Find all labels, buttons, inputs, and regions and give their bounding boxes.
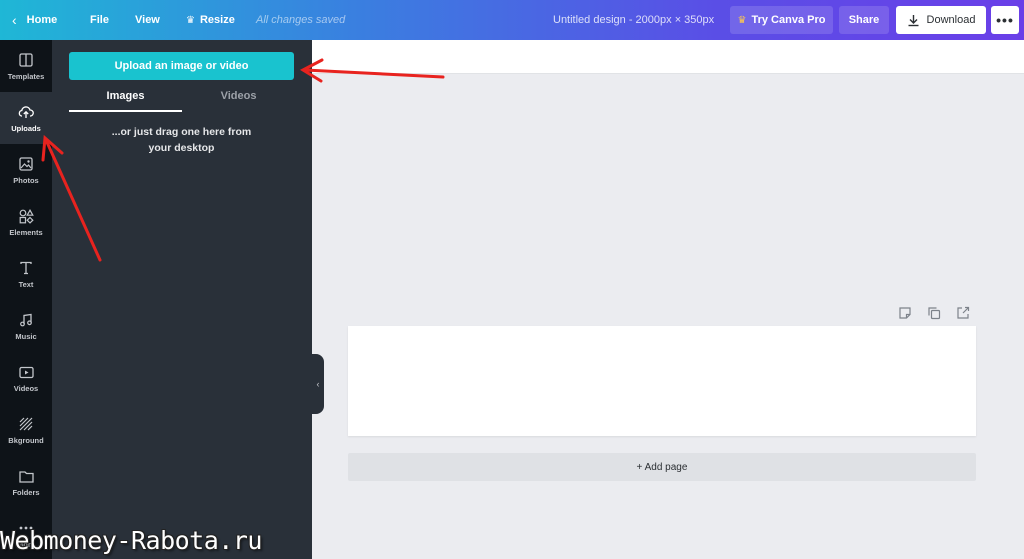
home-label: Home <box>26 14 58 26</box>
sidebar-item-background[interactable]: Bkground <box>0 404 52 456</box>
templates-icon <box>17 51 35 69</box>
top-toolbar: ‹ Home File View ♛ Resize All changes sa… <box>0 0 1024 40</box>
download-label: Download <box>926 14 976 26</box>
drag-hint: ...or just drag one here from your deskt… <box>69 124 294 156</box>
side-nav: Templates Uploads Photos Elements Text M… <box>0 40 52 559</box>
sidebar-item-folders[interactable]: Folders <box>0 456 52 508</box>
sidebar-item-videos[interactable]: Videos <box>0 352 52 404</box>
more-options-button[interactable]: ••• <box>991 6 1019 34</box>
sidebar-item-label: Music <box>15 332 37 341</box>
sidebar-item-label: Videos <box>13 384 39 393</box>
background-pattern-icon <box>17 415 35 433</box>
export-icon[interactable] <box>956 306 970 320</box>
sidebar-item-text[interactable]: Text <box>0 248 52 300</box>
try-pro-label: Try Canva Pro <box>751 14 826 26</box>
sidebar-item-elements[interactable]: Elements <box>0 196 52 248</box>
duplicate-icon[interactable] <box>927 306 941 320</box>
text-icon <box>17 259 35 277</box>
tab-images[interactable]: Images <box>69 90 182 112</box>
video-play-icon <box>17 363 35 381</box>
view-menu[interactable]: View <box>135 0 160 40</box>
note-icon[interactable] <box>898 306 912 320</box>
vertical-scrollbar[interactable] <box>1014 76 1024 559</box>
design-title[interactable]: Untitled design - 2000px × 350px <box>553 0 714 40</box>
save-status: All changes saved <box>256 14 346 26</box>
crown-icon: ♛ <box>737 14 747 26</box>
resize-button[interactable]: ♛ Resize <box>186 0 235 40</box>
sidebar-item-label: Text <box>18 280 34 289</box>
folder-icon <box>17 467 35 485</box>
chevron-left-icon: ‹ <box>12 12 17 28</box>
tab-videos[interactable]: Videos <box>182 90 295 112</box>
chevron-left-icon: ‹ <box>316 379 320 389</box>
sidebar-item-photos[interactable]: Photos <box>0 144 52 196</box>
sidebar-item-label: Photos <box>13 176 39 185</box>
editor-toolbar-area <box>312 40 1024 74</box>
resize-label: Resize <box>199 14 235 26</box>
try-canva-pro-button[interactable]: ♛ Try Canva Pro <box>730 6 833 34</box>
sidebar-item-label: Folders <box>12 488 40 497</box>
watermark-text: Webmoney-Rabota.ru <box>0 526 262 555</box>
music-note-icon <box>17 311 35 329</box>
design-page[interactable] <box>348 326 976 436</box>
download-button[interactable]: Download <box>896 6 986 34</box>
home-button[interactable]: ‹ Home <box>12 0 57 40</box>
add-page-button[interactable]: + Add page <box>348 453 976 481</box>
sidebar-item-music[interactable]: Music <box>0 300 52 352</box>
uploads-panel: Upload an image or video Images Videos .… <box>52 40 312 559</box>
drag-hint-line-1: ...or just drag one here from <box>111 126 252 138</box>
drag-hint-line-2: your desktop <box>148 142 215 154</box>
share-button[interactable]: Share <box>839 6 889 34</box>
sidebar-item-label: Bkground <box>8 436 44 445</box>
collapse-panel-button[interactable]: ‹ <box>312 354 324 414</box>
sidebar-item-label: Elements <box>9 228 43 237</box>
sidebar-item-uploads[interactable]: Uploads <box>0 92 52 144</box>
upload-image-or-video-button[interactable]: Upload an image or video <box>69 52 294 80</box>
sidebar-item-templates[interactable]: Templates <box>0 40 52 92</box>
photo-icon <box>17 155 35 173</box>
upload-cloud-icon <box>17 103 35 121</box>
sidebar-item-label: Templates <box>7 72 45 81</box>
elements-icon <box>17 207 35 225</box>
download-icon <box>908 14 919 26</box>
file-menu[interactable]: File <box>90 0 109 40</box>
sidebar-item-label: Uploads <box>11 124 41 133</box>
crown-icon: ♛ <box>186 14 195 26</box>
